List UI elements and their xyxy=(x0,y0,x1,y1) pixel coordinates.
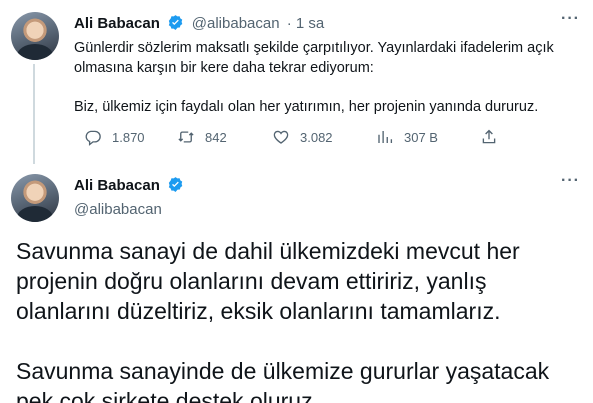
reply-icon xyxy=(85,130,101,146)
avatar[interactable] xyxy=(11,174,59,222)
tweet-time[interactable]: · 1 sa xyxy=(283,15,325,32)
author-handle[interactable]: @alibabacan xyxy=(74,201,184,218)
views-button[interactable]: 307 B xyxy=(376,128,438,146)
thread-line xyxy=(33,64,35,164)
avatar[interactable] xyxy=(11,12,59,60)
tweet-text: Savunma sanayi de dahil ülkemizdeki mevc… xyxy=(16,236,586,403)
more-options-icon[interactable]: ··· xyxy=(561,172,580,190)
tweet-actions: 1.870 842 3.082 307 B xyxy=(84,128,514,152)
tweet-header: Ali Babacan @alibabacan xyxy=(74,176,184,218)
share-icon xyxy=(482,129,496,144)
analytics-icon xyxy=(378,131,393,143)
author-name[interactable]: Ali Babacan xyxy=(74,177,160,194)
retweet-icon xyxy=(178,131,194,143)
heart-icon xyxy=(273,130,289,144)
reply-count: 1.870 xyxy=(112,129,145,145)
retweet-button[interactable]: 842 xyxy=(177,128,227,146)
tweet-text: Günlerdir sözlerim maksatlı şekilde çarp… xyxy=(74,38,579,117)
share-button[interactable] xyxy=(480,128,508,146)
tweet-paragraph: Biz, ülkemiz için faydalı olan her yatır… xyxy=(74,99,539,115)
tweet-header: Ali Babacan @alibabacan · 1 sa xyxy=(74,14,324,36)
like-button[interactable]: 3.082 xyxy=(272,128,333,146)
verified-badge-icon xyxy=(167,176,184,198)
more-options-icon[interactable]: ··· xyxy=(561,10,580,28)
view-count: 307 B xyxy=(404,129,438,145)
author-name[interactable]: Ali Babacan xyxy=(74,15,160,32)
retweet-count: 842 xyxy=(205,129,227,145)
like-count: 3.082 xyxy=(300,129,333,145)
reply-button[interactable]: 1.870 xyxy=(84,128,145,146)
tweet-paragraph: Savunma sanayi de dahil ülkemizdeki mevc… xyxy=(16,238,520,324)
tweet-paragraph: Günlerdir sözlerim maksatlı şekilde çarp… xyxy=(74,40,554,76)
verified-badge-icon xyxy=(167,14,184,36)
tweet-paragraph: Savunma sanayinde de ülkemize gururlar y… xyxy=(16,358,550,403)
author-handle[interactable]: @alibabacan xyxy=(192,15,280,32)
